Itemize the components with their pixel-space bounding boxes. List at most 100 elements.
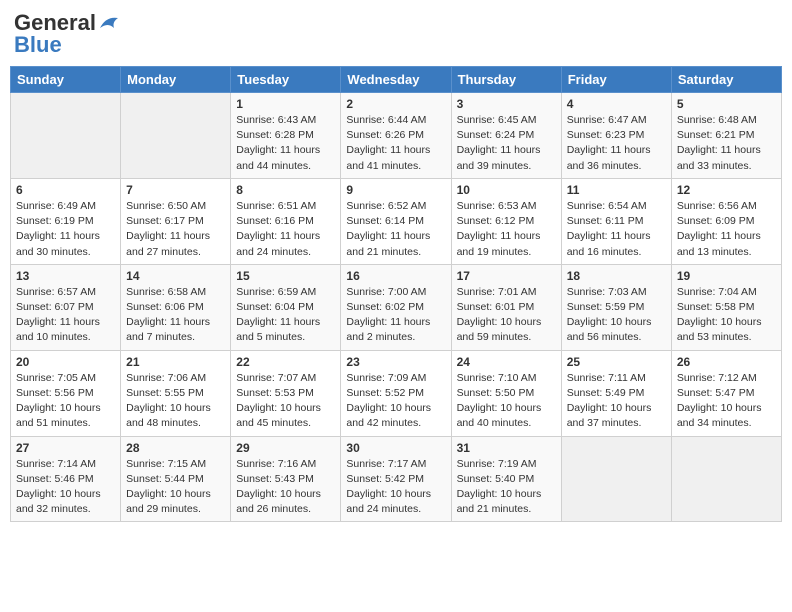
daylight-text: Daylight: 11 hours and 24 minutes.: [236, 230, 320, 257]
day-number: 3: [457, 97, 556, 111]
daylight-text: Daylight: 11 hours and 27 minutes.: [126, 230, 210, 257]
calendar-week-row: 20 Sunrise: 7:05 AM Sunset: 5:56 PM Dayl…: [11, 350, 782, 436]
sunset-text: Sunset: 6:26 PM: [346, 129, 424, 141]
daylight-text: Daylight: 11 hours and 10 minutes.: [16, 316, 100, 343]
sunrise-text: Sunrise: 6:52 AM: [346, 200, 426, 212]
sunset-text: Sunset: 5:56 PM: [16, 387, 94, 399]
daylight-text: Daylight: 11 hours and 41 minutes.: [346, 144, 430, 171]
sunrise-text: Sunrise: 6:44 AM: [346, 114, 426, 126]
calendar-cell: 16 Sunrise: 7:00 AM Sunset: 6:02 PM Dayl…: [341, 264, 451, 350]
calendar-cell: 19 Sunrise: 7:04 AM Sunset: 5:58 PM Dayl…: [671, 264, 781, 350]
sunset-text: Sunset: 5:40 PM: [457, 473, 535, 485]
daylight-text: Daylight: 11 hours and 44 minutes.: [236, 144, 320, 171]
page-header: General Blue: [10, 10, 782, 58]
day-of-week-header: Tuesday: [231, 67, 341, 93]
sunrise-text: Sunrise: 7:11 AM: [567, 372, 646, 384]
logo-bird-icon: [98, 14, 120, 32]
sunrise-text: Sunrise: 7:16 AM: [236, 458, 316, 470]
sunrise-text: Sunrise: 6:54 AM: [567, 200, 647, 212]
calendar-cell: 1 Sunrise: 6:43 AM Sunset: 6:28 PM Dayli…: [231, 93, 341, 179]
day-number: 10: [457, 183, 556, 197]
sunset-text: Sunset: 6:23 PM: [567, 129, 645, 141]
sunrise-text: Sunrise: 7:17 AM: [346, 458, 426, 470]
sunrise-text: Sunrise: 7:00 AM: [346, 286, 426, 298]
day-info: Sunrise: 6:59 AM Sunset: 6:04 PM Dayligh…: [236, 285, 335, 346]
sunrise-text: Sunrise: 6:48 AM: [677, 114, 757, 126]
calendar-cell: 14 Sunrise: 6:58 AM Sunset: 6:06 PM Dayl…: [121, 264, 231, 350]
sunset-text: Sunset: 6:16 PM: [236, 215, 314, 227]
day-number: 19: [677, 269, 776, 283]
calendar-cell: 18 Sunrise: 7:03 AM Sunset: 5:59 PM Dayl…: [561, 264, 671, 350]
sunrise-text: Sunrise: 6:45 AM: [457, 114, 537, 126]
sunset-text: Sunset: 5:44 PM: [126, 473, 204, 485]
day-number: 8: [236, 183, 335, 197]
daylight-text: Daylight: 10 hours and 37 minutes.: [567, 402, 652, 429]
day-number: 20: [16, 355, 115, 369]
calendar-cell: [11, 93, 121, 179]
sunrise-text: Sunrise: 7:07 AM: [236, 372, 316, 384]
sunset-text: Sunset: 6:17 PM: [126, 215, 204, 227]
day-number: 11: [567, 183, 666, 197]
calendar-cell: 11 Sunrise: 6:54 AM Sunset: 6:11 PM Dayl…: [561, 178, 671, 264]
daylight-text: Daylight: 11 hours and 30 minutes.: [16, 230, 100, 257]
day-info: Sunrise: 7:03 AM Sunset: 5:59 PM Dayligh…: [567, 285, 666, 346]
day-number: 26: [677, 355, 776, 369]
day-number: 14: [126, 269, 225, 283]
day-info: Sunrise: 7:10 AM Sunset: 5:50 PM Dayligh…: [457, 371, 556, 432]
sunrise-text: Sunrise: 7:19 AM: [457, 458, 537, 470]
sunrise-text: Sunrise: 7:15 AM: [126, 458, 206, 470]
calendar-cell: [561, 436, 671, 522]
daylight-text: Daylight: 10 hours and 26 minutes.: [236, 488, 321, 515]
day-info: Sunrise: 7:05 AM Sunset: 5:56 PM Dayligh…: [16, 371, 115, 432]
calendar-cell: 12 Sunrise: 6:56 AM Sunset: 6:09 PM Dayl…: [671, 178, 781, 264]
calendar-cell: 10 Sunrise: 6:53 AM Sunset: 6:12 PM Dayl…: [451, 178, 561, 264]
sunset-text: Sunset: 6:07 PM: [16, 301, 94, 313]
sunset-text: Sunset: 6:24 PM: [457, 129, 535, 141]
day-info: Sunrise: 6:56 AM Sunset: 6:09 PM Dayligh…: [677, 199, 776, 260]
day-of-week-header: Friday: [561, 67, 671, 93]
calendar-cell: 24 Sunrise: 7:10 AM Sunset: 5:50 PM Dayl…: [451, 350, 561, 436]
daylight-text: Daylight: 11 hours and 5 minutes.: [236, 316, 320, 343]
calendar-cell: 30 Sunrise: 7:17 AM Sunset: 5:42 PM Dayl…: [341, 436, 451, 522]
calendar-cell: 7 Sunrise: 6:50 AM Sunset: 6:17 PM Dayli…: [121, 178, 231, 264]
daylight-text: Daylight: 11 hours and 39 minutes.: [457, 144, 541, 171]
day-info: Sunrise: 7:19 AM Sunset: 5:40 PM Dayligh…: [457, 457, 556, 518]
day-info: Sunrise: 7:04 AM Sunset: 5:58 PM Dayligh…: [677, 285, 776, 346]
sunrise-text: Sunrise: 6:51 AM: [236, 200, 316, 212]
calendar-cell: 13 Sunrise: 6:57 AM Sunset: 6:07 PM Dayl…: [11, 264, 121, 350]
calendar-cell: 5 Sunrise: 6:48 AM Sunset: 6:21 PM Dayli…: [671, 93, 781, 179]
day-info: Sunrise: 7:14 AM Sunset: 5:46 PM Dayligh…: [16, 457, 115, 518]
sunrise-text: Sunrise: 7:06 AM: [126, 372, 206, 384]
sunrise-text: Sunrise: 7:09 AM: [346, 372, 426, 384]
calendar-week-row: 27 Sunrise: 7:14 AM Sunset: 5:46 PM Dayl…: [11, 436, 782, 522]
day-info: Sunrise: 7:16 AM Sunset: 5:43 PM Dayligh…: [236, 457, 335, 518]
day-info: Sunrise: 7:15 AM Sunset: 5:44 PM Dayligh…: [126, 457, 225, 518]
calendar-cell: 20 Sunrise: 7:05 AM Sunset: 5:56 PM Dayl…: [11, 350, 121, 436]
sunset-text: Sunset: 6:21 PM: [677, 129, 755, 141]
day-info: Sunrise: 6:49 AM Sunset: 6:19 PM Dayligh…: [16, 199, 115, 260]
daylight-text: Daylight: 11 hours and 2 minutes.: [346, 316, 430, 343]
sunrise-text: Sunrise: 6:57 AM: [16, 286, 96, 298]
sunset-text: Sunset: 5:46 PM: [16, 473, 94, 485]
day-number: 23: [346, 355, 445, 369]
calendar-cell: 4 Sunrise: 6:47 AM Sunset: 6:23 PM Dayli…: [561, 93, 671, 179]
calendar-cell: 26 Sunrise: 7:12 AM Sunset: 5:47 PM Dayl…: [671, 350, 781, 436]
calendar-cell: 29 Sunrise: 7:16 AM Sunset: 5:43 PM Dayl…: [231, 436, 341, 522]
sunset-text: Sunset: 6:09 PM: [677, 215, 755, 227]
sunrise-text: Sunrise: 6:50 AM: [126, 200, 206, 212]
day-number: 28: [126, 441, 225, 455]
daylight-text: Daylight: 10 hours and 29 minutes.: [126, 488, 211, 515]
day-info: Sunrise: 7:07 AM Sunset: 5:53 PM Dayligh…: [236, 371, 335, 432]
day-number: 29: [236, 441, 335, 455]
calendar-week-row: 6 Sunrise: 6:49 AM Sunset: 6:19 PM Dayli…: [11, 178, 782, 264]
day-info: Sunrise: 7:12 AM Sunset: 5:47 PM Dayligh…: [677, 371, 776, 432]
sunset-text: Sunset: 6:12 PM: [457, 215, 535, 227]
sunrise-text: Sunrise: 6:53 AM: [457, 200, 537, 212]
calendar-cell: 27 Sunrise: 7:14 AM Sunset: 5:46 PM Dayl…: [11, 436, 121, 522]
logo-blue: Blue: [14, 32, 62, 58]
day-of-week-header: Monday: [121, 67, 231, 93]
daylight-text: Daylight: 10 hours and 40 minutes.: [457, 402, 542, 429]
sunrise-text: Sunrise: 7:03 AM: [567, 286, 647, 298]
calendar-cell: 25 Sunrise: 7:11 AM Sunset: 5:49 PM Dayl…: [561, 350, 671, 436]
day-of-week-header: Sunday: [11, 67, 121, 93]
